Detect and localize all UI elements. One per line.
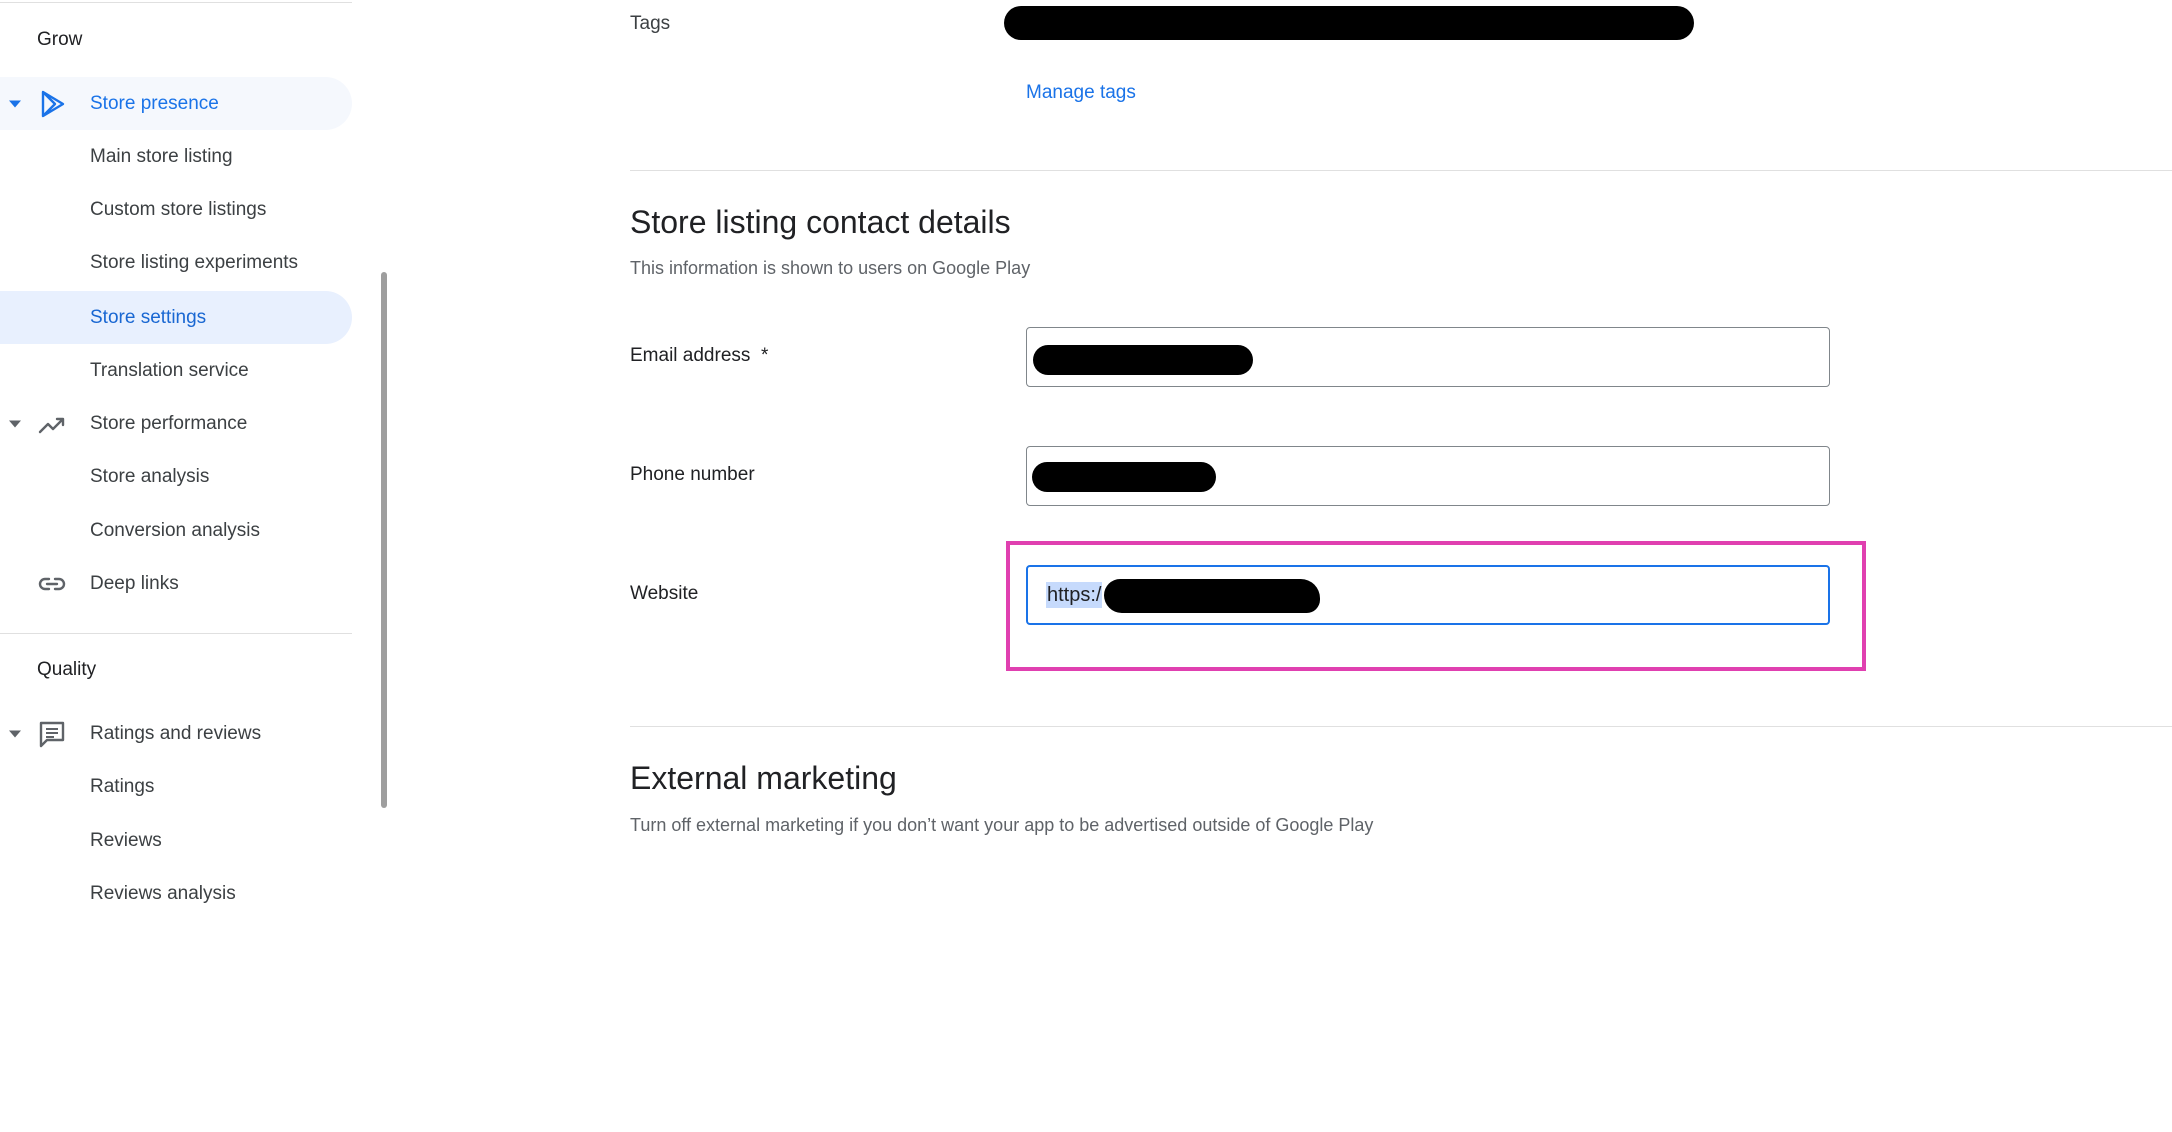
sidebar-item-store-settings[interactable]: Store settings (0, 291, 352, 344)
sidebar-item-label: Translation service (90, 359, 249, 381)
sidebar-item-reviews-analysis[interactable]: Reviews analysis (0, 867, 352, 920)
sidebar-item-conversion-analysis[interactable]: Conversion analysis (0, 504, 352, 557)
sidebar-item-store-listing-experiments[interactable]: Store listing experiments (0, 236, 352, 289)
sidebar-item-deep-links[interactable]: Deep links (0, 557, 352, 610)
sidebar-item-store-analysis[interactable]: Store analysis (0, 450, 352, 503)
divider (630, 170, 2172, 171)
sidebar-item-reviews[interactable]: Reviews (0, 814, 352, 867)
sidebar-item-custom-store-listings[interactable]: Custom store listings (0, 183, 352, 236)
sidebar-scrollbar[interactable] (381, 272, 387, 808)
main-content: Tags Manage tags Store listing contact d… (630, 0, 2172, 1132)
contact-details-description: This information is shown to users on Go… (630, 258, 1031, 278)
highlight-annotation (1006, 541, 1866, 671)
section-label-grow: Grow (37, 29, 83, 50)
divider (0, 2, 352, 3)
sidebar-item-label: Store settings (90, 306, 207, 328)
tags-label: Tags (630, 13, 671, 34)
chevron-down-icon[interactable] (9, 730, 21, 737)
website-label: Website (630, 583, 699, 604)
email-label: Email address * (630, 345, 769, 366)
section-label-quality: Quality (37, 659, 97, 680)
sidebar-item-label: Ratings (90, 775, 155, 797)
sidebar-item-label: Deep links (90, 572, 179, 594)
sidebar-item-translation-service[interactable]: Translation service (0, 344, 352, 397)
sidebar-item-store-performance[interactable]: Store performance (0, 397, 352, 450)
email-value-redacted (1033, 345, 1253, 375)
manage-tags-link[interactable]: Manage tags (1026, 82, 1136, 104)
sidebar-nav: Grow Store presence Main store listing C… (0, 0, 352, 1132)
sidebar-item-label: Reviews analysis (90, 882, 236, 904)
sidebar-item-store-presence[interactable]: Store presence (0, 77, 352, 130)
sidebar-item-label: Main store listing (90, 145, 233, 167)
sidebar-item-label: Reviews (90, 829, 162, 851)
contact-details-title: Store listing contact details (630, 204, 1011, 240)
sidebar-item-label: Store performance (90, 412, 248, 434)
trending-up-icon (38, 417, 65, 433)
divider (0, 633, 352, 634)
chevron-down-icon[interactable] (9, 420, 21, 427)
sidebar-item-label: Conversion analysis (90, 519, 261, 541)
sidebar-item-label: Ratings and reviews (90, 722, 262, 744)
comment-icon (39, 721, 65, 747)
link-icon (38, 577, 66, 590)
sidebar-item-label: Store analysis (90, 465, 210, 487)
sidebar-item-ratings[interactable]: Ratings (0, 760, 352, 813)
divider (630, 726, 2172, 727)
chevron-down-icon[interactable] (9, 100, 21, 107)
tags-value-redacted (1004, 6, 1694, 40)
external-marketing-description: Turn off external marketing if you don’t… (630, 815, 1374, 835)
sidebar-item-label: Store listing experiments (90, 251, 299, 273)
phone-value-redacted (1032, 462, 1216, 492)
sidebar-item-ratings-and-reviews[interactable]: Ratings and reviews (0, 707, 352, 760)
sidebar-item-main-store-listing[interactable]: Main store listing (0, 130, 352, 183)
sidebar-item-label: Store presence (90, 92, 219, 114)
email-field[interactable] (1026, 327, 1830, 387)
phone-label: Phone number (630, 464, 755, 485)
external-marketing-title: External marketing (630, 760, 897, 796)
phone-field[interactable] (1026, 446, 1830, 506)
play-triangle-icon (41, 90, 65, 117)
sidebar-item-label: Custom store listings (90, 198, 267, 220)
